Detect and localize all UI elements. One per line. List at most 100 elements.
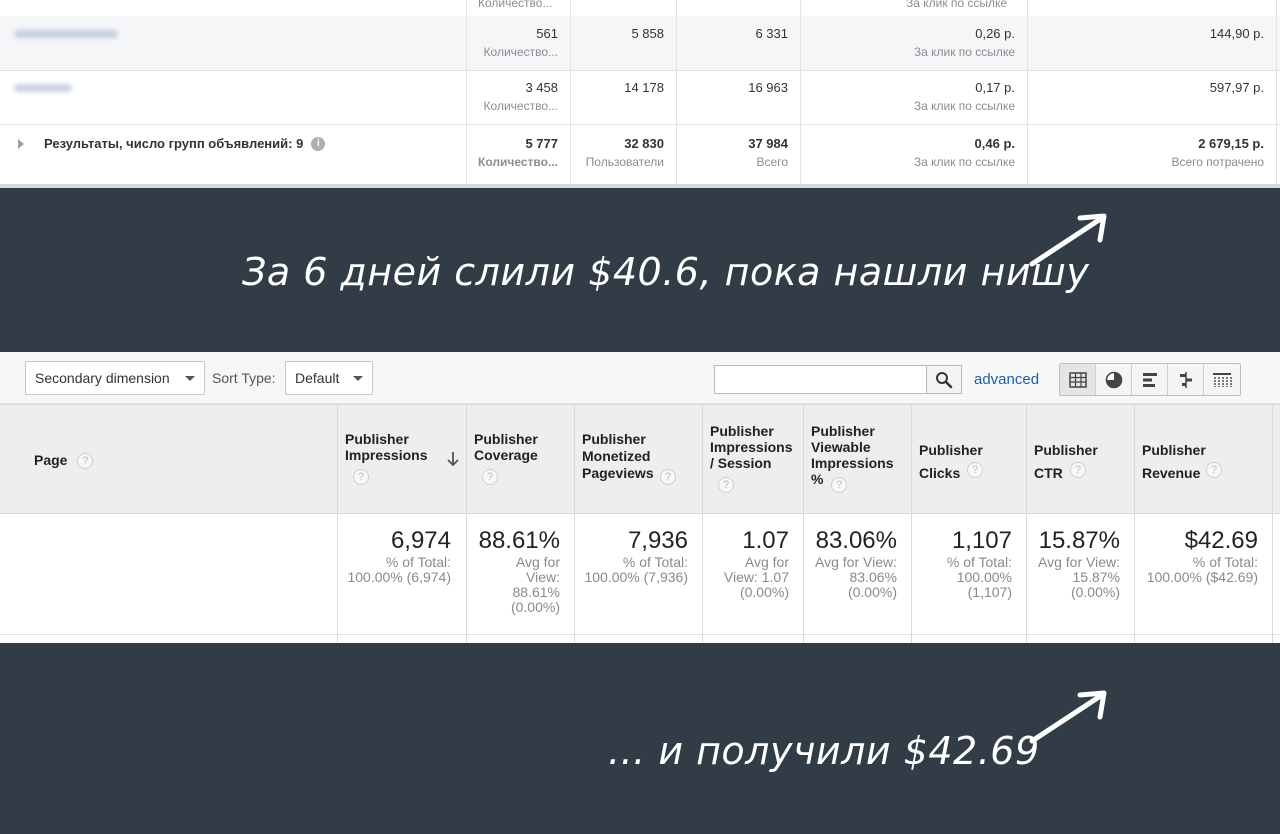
cpc-sub: За клик по ссылке [913, 45, 1015, 59]
help-icon[interactable]: ? [482, 469, 498, 485]
total-sub: Avg for View: 83.06% (0.00%) [815, 554, 897, 600]
search-icon [936, 371, 953, 388]
table-view-button[interactable] [1060, 364, 1096, 395]
cpc-value: 0,26 р. [975, 26, 1015, 41]
help-icon[interactable]: ? [1206, 462, 1222, 478]
arrow-up-right-icon [1029, 213, 1107, 267]
info-icon[interactable]: i [311, 136, 326, 151]
help-icon[interactable]: ? [77, 453, 94, 470]
pie-view-button[interactable] [1096, 364, 1132, 395]
total-cpc-value: 0,46 р. [974, 136, 1015, 151]
column-divider [800, 0, 801, 186]
total-cpc-sub: За клик по ссылке [913, 155, 1015, 169]
search-input[interactable] [714, 365, 928, 394]
total-spent-value: 2 679,15 р. [1198, 136, 1264, 151]
row-divider [0, 70, 1280, 71]
spent-value: 597,97 р. [1209, 80, 1264, 95]
cpc-value: 0,17 р. [975, 80, 1015, 95]
column-divider [911, 404, 912, 644]
caption-banner-top: За 6 дней слили $40.6, пока нашли нишу [0, 188, 1280, 353]
totals-label-text: Результаты, число групп объявлений: 9 [44, 136, 304, 151]
results-value: 561 [536, 26, 558, 41]
sort-type-select[interactable]: Default [285, 361, 373, 395]
column-divider [702, 404, 703, 644]
publisher-ctr-total: 15.87% Avg for View: 15.87% (0.00%) [1026, 527, 1134, 600]
publisher-impressions-total: 6,974 % of Total: 100.00% (6,974) [337, 527, 465, 585]
impressions-value: 16 963 [748, 80, 788, 95]
total-spent-sub: Всего потрачено [1171, 155, 1264, 169]
column-header-publisher-clicks[interactable]: Publisher Clicks ? [911, 405, 1026, 515]
ads-results-table: Количество... За клик по ссылке 561 Коли… [0, 0, 1280, 190]
table-header: Page ? Publisher Impressions ? Publisher… [0, 404, 1280, 514]
total-value: 6,974 [390, 527, 451, 554]
column-header-publisher-impressions[interactable]: Publisher Impressions ? [337, 405, 465, 515]
column-header-publisher-revenue[interactable]: Publisher Revenue ? [1134, 405, 1272, 515]
column-title: Publisher Revenue [1142, 442, 1206, 481]
column-title: Publisher Monetized Pageviews [582, 431, 654, 481]
help-icon[interactable]: ? [831, 477, 847, 493]
performance-view-button[interactable] [1132, 364, 1168, 395]
help-icon[interactable]: ? [718, 477, 734, 493]
column-divider [1027, 0, 1028, 186]
total-impressions-sub: Всего [756, 155, 788, 169]
total-sub: % of Total: 100.00% (1,107) [946, 554, 1012, 600]
secondary-dimension-select[interactable]: Secondary dimension [25, 361, 205, 395]
arrow-up-right-icon [1029, 690, 1107, 744]
column-divider [1134, 404, 1135, 644]
help-icon[interactable]: ? [660, 469, 676, 485]
total-results-sub: Количество... [478, 155, 558, 169]
column-divider [676, 0, 677, 186]
table-grid-icon [1068, 371, 1087, 388]
adset-name-blurred[interactable] [14, 84, 72, 92]
impressions-value: 6 331 [755, 26, 788, 41]
table-row[interactable]: 561 Количество... 5 858 6 331 0,26 р. За… [0, 16, 1280, 70]
column-title: Publisher CTR [1034, 442, 1098, 481]
total-impressions-value: 37 984 [748, 136, 788, 151]
total-value: 83.06% [815, 527, 897, 554]
row-divider [0, 634, 1280, 635]
total-sub: Avg for View: 1.07 (0.00%) [723, 554, 789, 600]
total-sub: Avg for View: 88.61% (0.00%) [510, 554, 560, 615]
totals-label[interactable]: Результаты, число групп объявлений: 9 i [18, 136, 326, 151]
results-sub: Количество... [483, 45, 558, 59]
column-header-page[interactable]: Page ? [26, 405, 336, 515]
column-divider [466, 0, 467, 186]
total-reach-value: 32 830 [624, 136, 664, 151]
column-divider [1272, 404, 1273, 644]
chevron-down-icon [185, 376, 195, 381]
search-button[interactable] [926, 365, 962, 394]
column-header-publisher-monetized-pageviews[interactable]: Publisher Monetized Pageviews ? [574, 405, 702, 515]
column-divider [466, 404, 467, 644]
expand-triangle-icon[interactable] [18, 138, 24, 149]
adset-name-blurred[interactable] [14, 30, 118, 38]
total-results-value: 5 777 [525, 136, 558, 151]
chevron-down-icon [353, 376, 363, 381]
reach-value: 5 858 [631, 26, 664, 41]
column-title: Publisher Coverage [474, 431, 538, 463]
column-header-publisher-impressions-session[interactable]: Publisher Impressions / Session ? [702, 405, 803, 515]
advanced-link[interactable]: advanced [974, 371, 1039, 388]
publisher-clicks-total: 1,107 % of Total: 100.00% (1,107) [911, 527, 1026, 600]
column-divider [337, 404, 338, 644]
total-sub: Avg for View: 15.87% (0.00%) [1038, 554, 1120, 600]
help-icon[interactable]: ? [353, 469, 369, 485]
results-sub: Количество... [478, 0, 553, 10]
column-header-publisher-viewable-impressions[interactable]: Publisher Viewable Impressions % ? [803, 405, 911, 515]
pivot-table-icon [1213, 372, 1232, 387]
reach-value: 14 178 [624, 80, 664, 95]
column-header-publisher-coverage[interactable]: Publisher Coverage ? [466, 405, 574, 515]
pivot-view-button[interactable] [1204, 364, 1240, 395]
column-header-publisher-ctr[interactable]: Publisher CTR ? [1026, 405, 1134, 515]
help-icon[interactable]: ? [1070, 462, 1086, 478]
help-icon[interactable]: ? [967, 462, 983, 478]
table-row[interactable]: 3 458 Количество... 14 178 16 963 0,17 р… [0, 70, 1280, 124]
cpc-sub: За клик по ссылке [913, 99, 1015, 113]
publisher-coverage-total: 88.61% Avg for View: 88.61% (0.00%) [466, 527, 574, 615]
column-title: Page [34, 452, 68, 468]
results-sub: Количество... [483, 99, 558, 113]
pie-chart-icon [1105, 371, 1122, 388]
comparison-view-button[interactable] [1168, 364, 1204, 395]
analytics-report: Secondary dimension Sort Type: Default a… [0, 352, 1280, 644]
column-title: Publisher Impressions [345, 431, 428, 463]
publisher-monetized-pageviews-total: 7,936 % of Total: 100.00% (7,936) [574, 527, 702, 585]
